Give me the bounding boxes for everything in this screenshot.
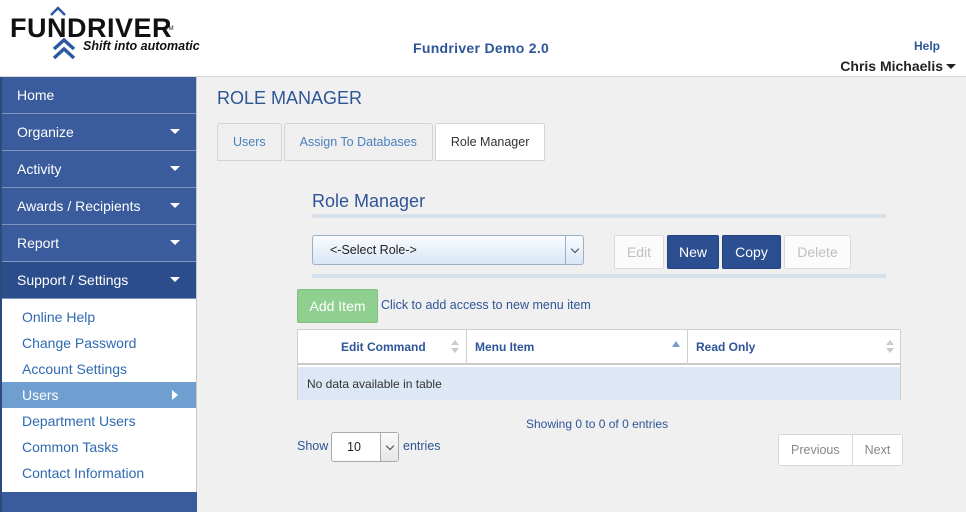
sort-icon — [451, 340, 459, 354]
sidebar-footer-bar — [2, 492, 197, 512]
previous-page-button[interactable]: Previous — [779, 435, 852, 465]
app-title: Fundriver Demo 2.0 — [413, 40, 550, 56]
nav-item-label: Support / Settings — [17, 272, 129, 288]
nav-item-label: Awards / Recipients — [17, 198, 141, 214]
nav-item-support-settings[interactable]: Support / Settings — [2, 262, 196, 299]
length-entries-label: entries — [403, 439, 441, 453]
pagination: Previous Next — [778, 434, 904, 466]
tab-bar: Users Assign To Databases Role Manager — [217, 123, 547, 161]
help-link[interactable]: Help — [914, 39, 940, 53]
sidebar: Home Organize Activity Awards / Recipien… — [0, 77, 197, 512]
copy-button[interactable]: Copy — [722, 235, 781, 269]
sub-item-department-users[interactable]: Department Users — [2, 408, 196, 434]
sub-item-users[interactable]: Users — [2, 382, 196, 408]
sub-item-contact-information[interactable]: Contact Information — [2, 460, 196, 486]
fundriver-logo[interactable]: FUNDRIVER TM Shift into automatic — [10, 6, 205, 66]
nav-item-activity[interactable]: Activity — [2, 151, 196, 188]
nav-item-home[interactable]: Home — [2, 77, 196, 114]
new-button[interactable]: New — [667, 235, 719, 269]
app-header: FUNDRIVER TM Shift into automatic Fundri… — [0, 0, 966, 77]
section-title: Role Manager — [312, 191, 426, 211]
role-select-value: <-Select Role-> — [330, 243, 417, 257]
table-info: Showing 0 to 0 of 0 entries — [526, 417, 669, 431]
sub-item-common-tasks[interactable]: Common Tasks — [2, 434, 196, 460]
delete-button[interactable]: Delete — [784, 235, 851, 269]
page-title: ROLE MANAGER — [217, 88, 363, 108]
caret-down-icon — [170, 166, 180, 171]
tab-users[interactable]: Users — [217, 123, 282, 161]
chevron-down-icon — [380, 433, 398, 461]
nav-item-label: Organize — [17, 124, 74, 140]
tab-assign-to-databases[interactable]: Assign To Databases — [283, 123, 433, 161]
user-name: Chris Michaelis — [840, 58, 943, 74]
caret-down-icon — [170, 277, 180, 282]
logo-trademark: TM — [165, 26, 174, 32]
chevron-down-icon — [565, 236, 583, 264]
add-item-button[interactable]: Add Item — [297, 289, 378, 323]
column-divider — [466, 330, 467, 365]
column-header-menu-item[interactable]: Menu Item — [475, 330, 534, 364]
logo-double-chevron-icon — [52, 38, 76, 60]
nav-item-label: Report — [17, 235, 60, 251]
sub-item-change-password[interactable]: Change Password — [2, 330, 196, 356]
role-select[interactable]: <-Select Role-> — [312, 235, 584, 265]
caret-down-icon — [170, 203, 180, 208]
nav-item-label: Activity — [17, 161, 62, 177]
column-header-read-only[interactable]: Read Only — [696, 330, 755, 364]
nav-item-label: Home — [17, 87, 55, 103]
nav-item-awards-recipients[interactable]: Awards / Recipients — [2, 188, 196, 225]
add-item-hint: Click to add access to new menu item — [381, 298, 591, 312]
nav-item-organize[interactable]: Organize — [2, 114, 196, 151]
support-settings-submenu: Online Help Change Password Account Sett… — [2, 299, 196, 486]
table-empty-row: No data available in table — [298, 367, 900, 400]
main-content: ROLE MANAGER Users Assign To Databases R… — [197, 77, 966, 512]
page-length-value: 10 — [347, 440, 361, 454]
tab-role-manager[interactable]: Role Manager — [434, 123, 546, 161]
sort-icon — [886, 340, 894, 354]
edit-button[interactable]: Edit — [614, 235, 664, 269]
page-length-select[interactable]: 10 — [331, 432, 399, 462]
column-divider — [687, 330, 688, 365]
sub-item-online-help[interactable]: Online Help — [2, 304, 196, 330]
section-divider — [312, 274, 886, 278]
next-page-button[interactable]: Next — [851, 435, 903, 465]
length-show-label: Show — [297, 439, 329, 453]
user-menu[interactable]: Chris Michaelis — [840, 58, 956, 74]
logo-tagline: Shift into automatic — [83, 39, 200, 53]
chevron-down-icon — [946, 63, 956, 69]
sub-item-label: Users — [22, 387, 59, 403]
column-header-edit-command[interactable]: Edit Command — [341, 330, 426, 364]
table-header: Edit Command Menu Item Read Only — [298, 330, 900, 365]
sub-item-account-settings[interactable]: Account Settings — [2, 356, 196, 382]
caret-right-icon — [172, 390, 178, 400]
section-divider — [312, 214, 886, 218]
menu-access-table: Edit Command Menu Item Read Only No data… — [297, 329, 901, 400]
nav-item-report[interactable]: Report — [2, 225, 196, 262]
caret-down-icon — [170, 129, 180, 134]
caret-down-icon — [170, 240, 180, 245]
sort-ascending-icon — [672, 341, 680, 347]
